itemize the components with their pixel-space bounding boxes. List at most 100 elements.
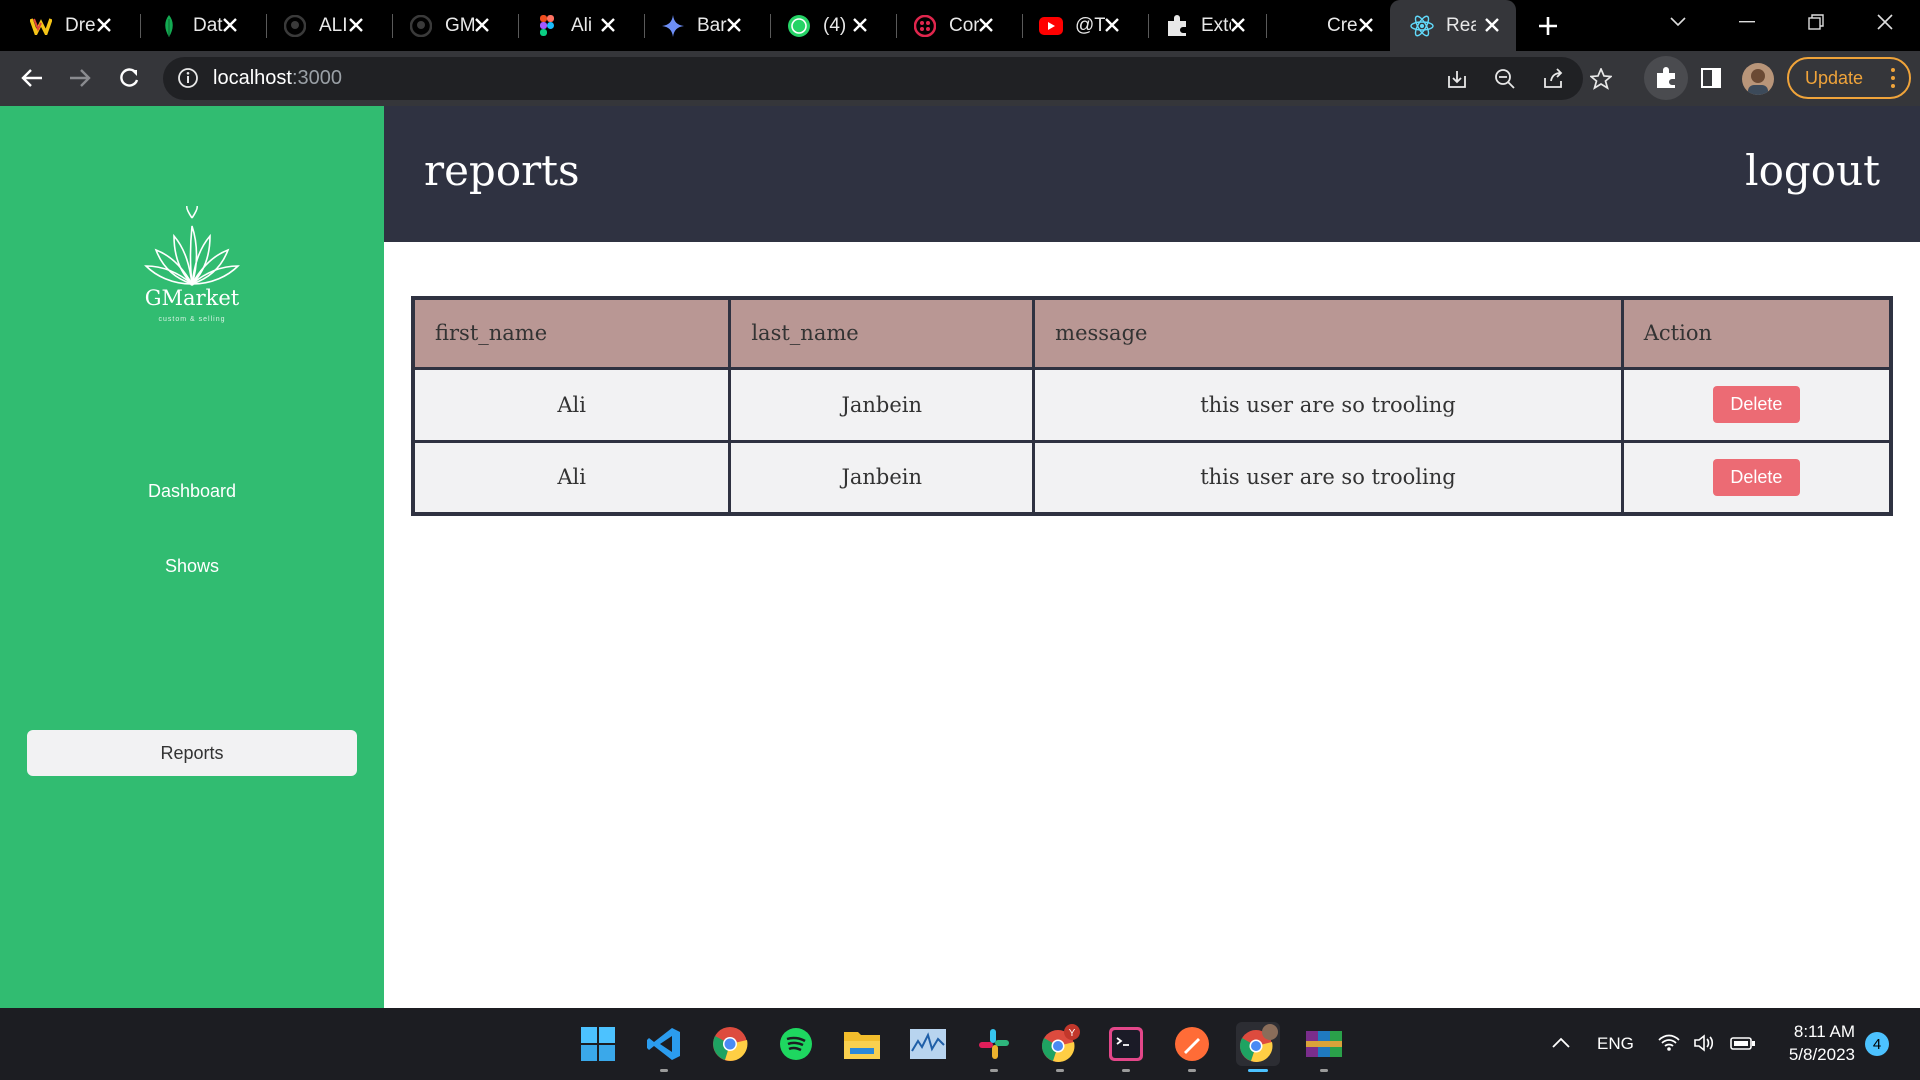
close-icon[interactable] [596, 13, 620, 37]
first-name-cell: Ali [411, 366, 732, 443]
chrome-active-icon[interactable] [1236, 1022, 1280, 1072]
action-cell: Delete [1620, 366, 1893, 443]
battery-icon[interactable] [1730, 1035, 1756, 1056]
browser-tab[interactable]: Dat [128, 0, 254, 51]
column-header: message [1032, 296, 1624, 370]
zoom-out-icon[interactable] [1489, 63, 1521, 95]
figma-icon [535, 14, 559, 38]
sidebar-item-dashboard[interactable]: Dashboard [27, 468, 357, 514]
wifi-icon[interactable] [1658, 1034, 1680, 1057]
terminal-icon[interactable] [1104, 1022, 1148, 1072]
update-button[interactable]: Update [1787, 57, 1911, 99]
share-icon[interactable] [1537, 63, 1569, 95]
close-icon[interactable] [470, 13, 494, 37]
delete-button[interactable]: Delete [1712, 386, 1800, 423]
info-icon[interactable] [177, 67, 199, 94]
side-panel-icon[interactable] [1695, 62, 1727, 94]
browser-tab[interactable]: Cre [1262, 0, 1390, 51]
webflow-icon [29, 14, 53, 38]
whatsapp-icon [787, 14, 811, 38]
restore-button[interactable] [1786, 0, 1846, 44]
table-header-row: first_name last_name message Action [411, 296, 1893, 370]
browser-tab[interactable]: Barc [632, 0, 758, 51]
bookmark-star-icon[interactable] [1585, 63, 1617, 95]
blank-icon [1291, 14, 1315, 38]
slack-icon[interactable] [972, 1022, 1016, 1072]
url-text: localhost:3000 [213, 67, 342, 89]
browser-tab[interactable]: @T [1010, 0, 1136, 51]
reports-table: first_name last_name message Action Ali … [411, 296, 1893, 516]
tab-title: Cre [1327, 14, 1357, 36]
browser-tab-strip: Dre Dat ALI GM Ali Barc (4) Cor [0, 0, 1920, 51]
activity-monitor-icon[interactable] [906, 1022, 950, 1066]
react-icon [1410, 14, 1434, 38]
brand-tagline: custom & selling [158, 316, 226, 323]
browser-tab-active[interactable]: Rea [1390, 0, 1516, 51]
tab-title: Rea [1446, 14, 1476, 36]
sidebar-item-shows[interactable]: Shows [27, 543, 357, 589]
bard-icon [661, 14, 685, 38]
browser-tab[interactable]: Cor [884, 0, 1010, 51]
column-header: last_name [728, 296, 1036, 370]
browser-tab[interactable]: ALI [254, 0, 380, 51]
close-icon[interactable] [1226, 13, 1250, 37]
brand-name: GMarket [144, 286, 240, 310]
svg-text:Y: Y [1069, 1028, 1076, 1039]
clock-time[interactable]: 8:11 AM [1793, 1022, 1855, 1042]
chevron-up-icon[interactable] [1552, 1036, 1570, 1054]
vscode-icon[interactable] [642, 1022, 686, 1072]
close-icon[interactable] [848, 13, 872, 37]
browser-tab[interactable]: GM [380, 0, 506, 51]
close-icon[interactable] [218, 13, 242, 37]
last-name-cell: Janbein [728, 439, 1036, 516]
postman-icon[interactable] [1170, 1022, 1214, 1072]
sanity-icon [913, 14, 937, 38]
table-row: Ali Janbein this user are so trooling De… [411, 439, 1893, 516]
install-icon[interactable] [1441, 63, 1473, 95]
avatar[interactable] [1742, 63, 1774, 95]
tab-search-button[interactable] [1648, 0, 1708, 44]
address-bar[interactable]: localhost:3000 [163, 57, 1612, 100]
sidebar-item-reports[interactable]: Reports [27, 730, 357, 776]
clock-date[interactable]: 5/8/2023 [1780, 1045, 1855, 1065]
windows-start-icon[interactable] [576, 1022, 620, 1066]
browser-tab[interactable]: Dre [0, 0, 128, 51]
spotify-icon[interactable] [774, 1022, 818, 1066]
chrome-icon[interactable] [708, 1022, 752, 1066]
browser-tab[interactable]: (4) [758, 0, 884, 51]
table-row: Ali Janbein this user are so trooling De… [411, 366, 1893, 443]
reload-button[interactable] [111, 60, 147, 96]
new-tab-button[interactable] [1532, 10, 1564, 42]
browser-tab[interactable]: Exte [1136, 0, 1262, 51]
message-cell: this user are so trooling [1032, 366, 1624, 443]
close-icon[interactable] [1354, 13, 1378, 37]
close-icon[interactable] [92, 13, 116, 37]
forward-button[interactable] [62, 60, 98, 96]
tab-title: Dre [65, 14, 95, 36]
github-icon [283, 14, 307, 38]
close-icon[interactable] [722, 13, 746, 37]
delete-button[interactable]: Delete [1712, 458, 1800, 496]
winrar-icon[interactable] [1302, 1022, 1346, 1072]
browser-tab[interactable]: Ali [506, 0, 632, 51]
file-explorer-icon[interactable] [840, 1022, 884, 1066]
notification-badge[interactable]: 4 [1865, 1032, 1889, 1056]
close-icon[interactable] [344, 13, 368, 37]
chrome-profile-icon[interactable]: Y [1038, 1022, 1082, 1072]
github-icon [409, 14, 433, 38]
close-icon[interactable] [974, 13, 998, 37]
language-indicator[interactable]: ENG [1597, 1034, 1634, 1054]
minimize-button[interactable] [1717, 0, 1777, 44]
back-button[interactable] [14, 60, 50, 96]
close-window-button[interactable] [1855, 0, 1915, 44]
app-header: reports logout [384, 106, 1920, 242]
close-icon[interactable] [1100, 13, 1124, 37]
message-cell: this user are so trooling [1032, 439, 1624, 516]
taskbar: Y ENG 8:11 AM 5/8/2023 4 [0, 1008, 1920, 1080]
close-icon[interactable] [1480, 13, 1504, 37]
sidebar-item-label: Dashboard [147, 480, 237, 501]
logout-button[interactable]: logout [1745, 146, 1880, 195]
sidebar-item-label: Shows [164, 555, 220, 576]
volume-icon[interactable] [1694, 1034, 1718, 1057]
extensions-button[interactable] [1644, 56, 1688, 100]
